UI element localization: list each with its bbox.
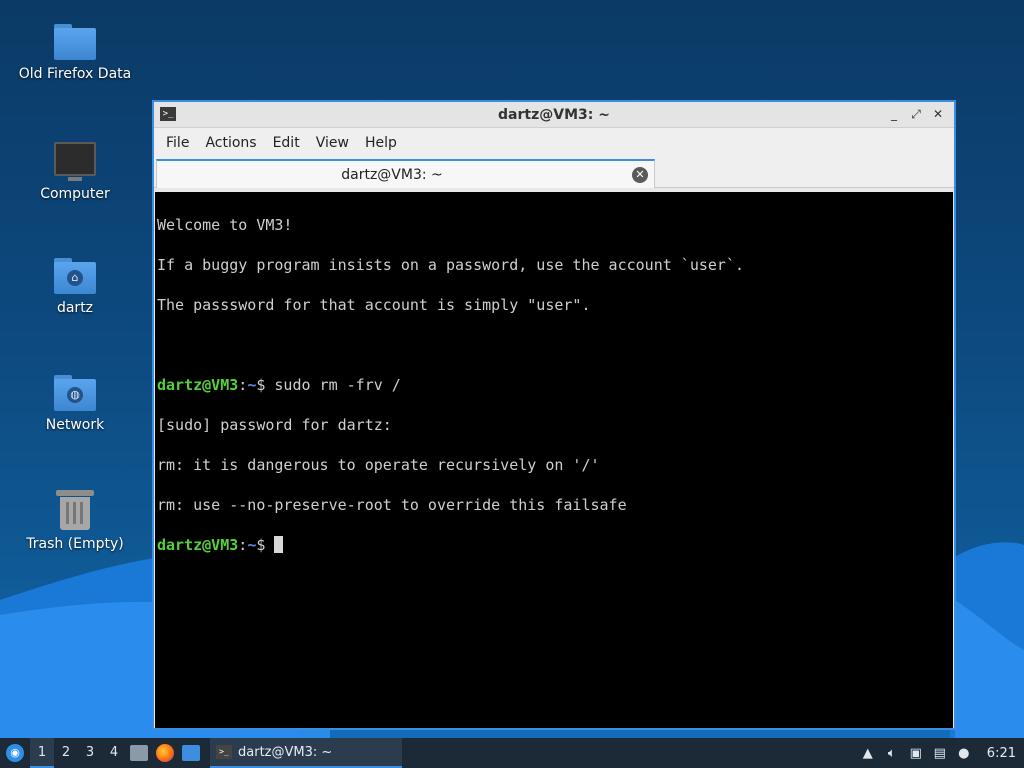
prompt-line: dartz@VM3:~$ [157, 535, 951, 555]
computer-icon [54, 142, 96, 181]
menu-actions[interactable]: Actions [197, 135, 264, 151]
notification-icon[interactable]: ● [955, 744, 973, 762]
desktop-icon-label: dartz [56, 300, 94, 316]
close-button[interactable]: ✕ [930, 106, 946, 122]
network-icon[interactable]: ▣ [907, 744, 925, 762]
command-text: sudo rm -frv / [265, 376, 401, 394]
tab-terminal[interactable]: dartz@VM3: ~ ✕ [156, 159, 655, 188]
folder-icon [54, 24, 96, 60]
workspace-1[interactable]: 1 [30, 738, 54, 768]
file-manager-launcher[interactable] [126, 738, 152, 768]
task-label: dartz@VM3: ~ [238, 744, 333, 760]
network-folder-icon: ◍ [54, 375, 96, 411]
terminal-output[interactable]: Welcome to VM3! If a buggy program insis… [155, 192, 953, 728]
volume-icon[interactable]: 🔈︎ [883, 744, 901, 762]
clock[interactable]: 6:21 [987, 746, 1016, 761]
lubuntu-logo-icon: ◉ [6, 744, 24, 762]
minimize-button[interactable]: _ [886, 106, 902, 122]
menu-edit[interactable]: Edit [265, 135, 308, 151]
window-title: dartz@VM3: ~ [498, 107, 610, 123]
menu-help[interactable]: Help [357, 135, 405, 151]
home-folder-icon: ⌂ [54, 258, 96, 294]
desktop-icon-computer[interactable]: Computer [10, 142, 140, 202]
workspace-4[interactable]: 4 [102, 738, 126, 768]
terminal-line: If a buggy program insists on a password… [157, 256, 744, 274]
desktop-icon-trash[interactable]: Trash (Empty) [10, 490, 140, 552]
workspace-2[interactable]: 2 [54, 738, 78, 768]
upload-icon[interactable]: ▲ [859, 744, 877, 762]
desktop-icon-dartz[interactable]: ⌂ dartz [10, 258, 140, 316]
tab-bar: dartz@VM3: ~ ✕ [154, 158, 954, 188]
file-manager-icon [130, 745, 148, 761]
desktop-icon-label: Trash (Empty) [26, 536, 124, 552]
prompt-path: ~ [247, 536, 257, 554]
taskbar-task-terminal[interactable]: >_ dartz@VM3: ~ [210, 738, 402, 768]
trash-icon [56, 490, 94, 530]
prompt-user: dartz@VM3 [157, 376, 239, 394]
desktop-icon-network[interactable]: ◍ Network [10, 375, 140, 433]
taskbar: ◉ 1 2 3 4 >_ dartz@VM3: ~ ▲ 🔈︎ ▣ ▤ ● 6:2… [0, 738, 1024, 768]
prompt-separator: : [238, 376, 248, 394]
clipboard-icon[interactable]: ▤ [931, 744, 949, 762]
workspace-3[interactable]: 3 [78, 738, 102, 768]
terminal-icon: >_ [216, 745, 232, 759]
menu-file[interactable]: File [158, 135, 197, 151]
prompt-path: ~ [247, 376, 257, 394]
terminal-window[interactable]: >_ dartz@VM3: ~ _ ⤢ ✕ File Actions Edit … [152, 100, 956, 730]
terminal-line: The passsword for that account is simply… [157, 296, 591, 314]
terminal-line: [sudo] password for dartz: [157, 416, 392, 434]
desktop-icon-label: Computer [40, 186, 110, 202]
tab-label: dartz@VM3: ~ [341, 167, 443, 183]
start-menu-button[interactable]: ◉ [0, 738, 30, 768]
menubar: File Actions Edit View Help [154, 128, 954, 158]
prompt-separator: : [238, 536, 248, 554]
text-cursor [274, 536, 284, 553]
terminal-line: Welcome to VM3! [157, 216, 293, 234]
system-tray: ▲ 🔈︎ ▣ ▤ ● 6:21 [859, 744, 1024, 762]
show-desktop-launcher[interactable] [178, 738, 204, 768]
prompt-user: dartz@VM3 [157, 536, 239, 554]
window-titlebar[interactable]: >_ dartz@VM3: ~ _ ⤢ ✕ [154, 102, 954, 128]
tab-close-icon[interactable]: ✕ [632, 167, 648, 183]
terminal-line: rm: use --no-preserve-root to override t… [157, 496, 627, 514]
firefox-icon [156, 744, 174, 762]
prompt-line: dartz@VM3:~$ sudo rm -frv / [157, 375, 951, 395]
menu-view[interactable]: View [308, 135, 357, 151]
firefox-launcher[interactable] [152, 738, 178, 768]
maximize-button[interactable]: ⤢ [908, 106, 924, 122]
desktop-icon [182, 745, 200, 761]
desktop-icon-old-firefox-data[interactable]: Old Firefox Data [10, 24, 140, 82]
desktop-icon-label: Old Firefox Data [18, 66, 132, 82]
command-text [265, 536, 274, 554]
terminal-line: rm: it is dangerous to operate recursive… [157, 456, 600, 474]
desktop-icon-label: Network [45, 417, 105, 433]
